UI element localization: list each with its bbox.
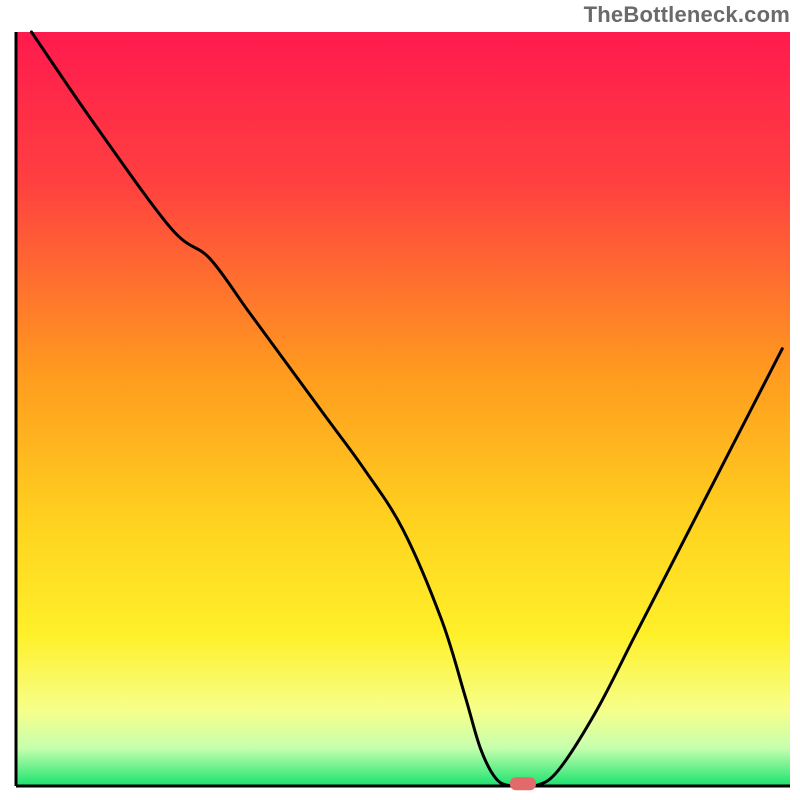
minimum-marker xyxy=(510,777,536,790)
plot-background xyxy=(16,32,790,786)
chart-stage: TheBottleneck.com xyxy=(0,0,800,800)
watermark-text: TheBottleneck.com xyxy=(584,2,790,28)
bottleneck-chart xyxy=(0,0,800,800)
